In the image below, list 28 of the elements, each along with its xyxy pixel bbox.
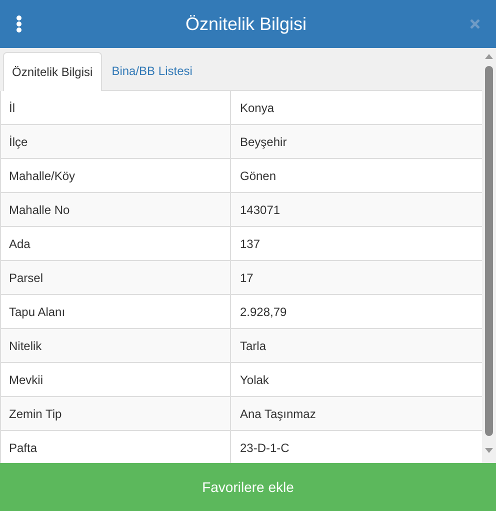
attribute-value: Gönen [240, 168, 276, 184]
attribute-value: 23-D-1-C [240, 440, 290, 456]
attribute-name: Pafta [9, 440, 38, 456]
attribute-name: Parsel [9, 270, 44, 286]
attribute-name: Tapu Alanı [9, 304, 66, 320]
attribute-name: Mahalle No [9, 202, 70, 218]
close-icon[interactable] [470, 19, 480, 29]
add-to-favorites-button[interactable]: Favorilere ekle [0, 463, 496, 511]
attribute-value: Konya [240, 100, 274, 116]
attribute-name: Mevkii [9, 372, 44, 388]
attribute-value: Yolak [240, 372, 269, 388]
tab[interactable]: Bina/BB Listesi [102, 52, 202, 90]
attribute-value: 137 [240, 236, 260, 252]
attribute-name: Mahalle/Köy [9, 168, 76, 184]
tab[interactable]: Öznitelik Bilgisi [3, 52, 102, 91]
attribute-name: İlçe [9, 134, 28, 150]
attribute-name: Zemin Tip [9, 406, 62, 422]
attribute-value: 143071 [240, 202, 280, 218]
attribute-value: Tarla [240, 338, 266, 354]
window-title: Öznitelik Bilgisi [185, 12, 307, 36]
attribute-name: Nitelik [9, 338, 42, 354]
attribute-name: Ada [9, 236, 30, 252]
attribute-name: İl [9, 100, 15, 116]
attribute-value: Ana Taşınmaz [240, 406, 316, 422]
attribute-value: 17 [240, 270, 254, 286]
attribute-value: Beyşehir [240, 134, 287, 150]
menu-icon[interactable] [16, 15, 22, 33]
attribute-value: 2.928,79 [240, 304, 287, 320]
